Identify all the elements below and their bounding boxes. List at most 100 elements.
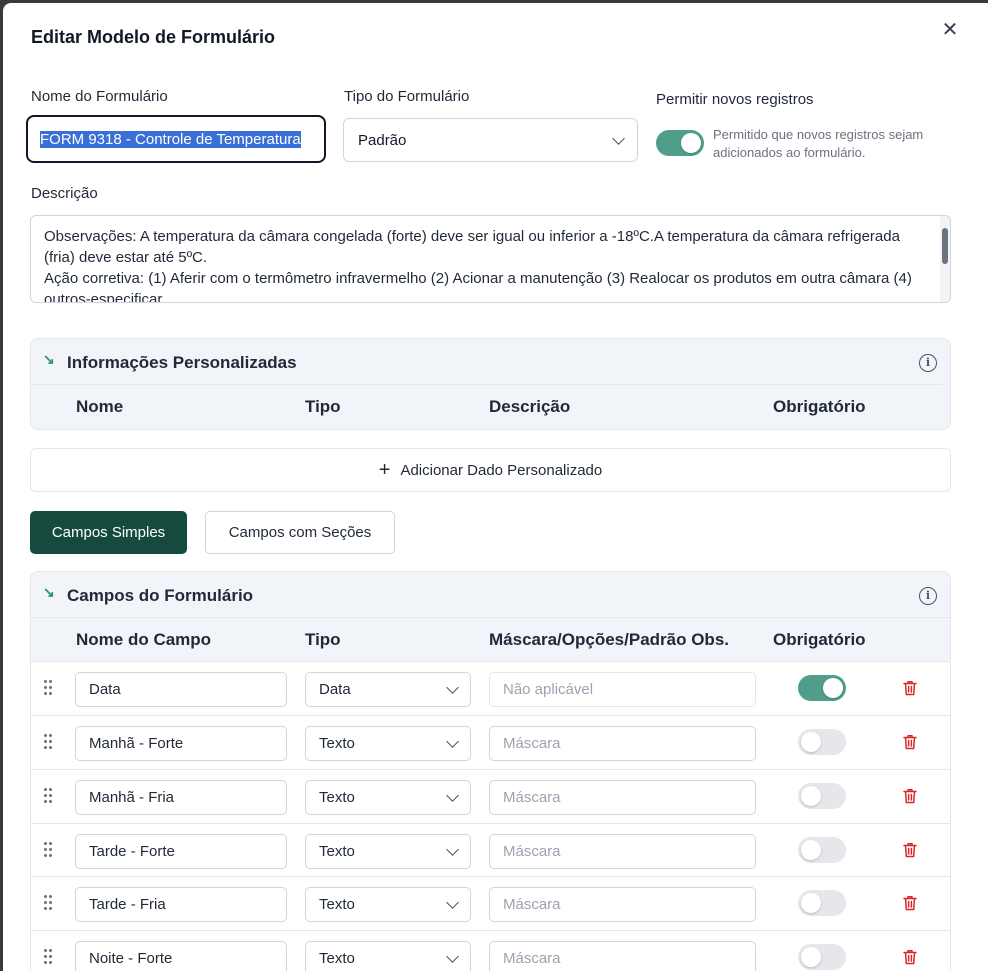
toggle-knob [801,947,821,967]
form-name-value: FORM 9318 - Controle de Temperatura [40,130,301,148]
field-mask-input[interactable]: Máscara [489,834,756,869]
chevron-down-icon [446,843,459,856]
arrow-down-right-icon[interactable]: ↘ [43,351,55,368]
form-fields-title: Campos do Formulário [67,586,254,605]
field-name-input[interactable]: Data [75,672,287,707]
toggle-knob [801,786,821,806]
field-name-value: Tarde - Fria [89,896,166,913]
description-scrollbar[interactable] [940,216,950,302]
required-toggle[interactable] [798,783,846,809]
arrow-down-right-icon[interactable]: ↘ [43,584,55,601]
drag-handle-icon[interactable] [44,842,54,858]
column-header-type: Tipo [305,630,341,649]
info-icon[interactable]: i [919,587,937,605]
field-mask-input[interactable]: Máscara [489,726,756,761]
drag-handle-icon[interactable] [44,788,54,804]
column-header-required: Obrigatório [773,397,866,416]
form-name-input[interactable]: FORM 9318 - Controle de Temperatura [26,115,326,163]
field-type-value: Texto [319,735,355,752]
field-name-input[interactable]: Tarde - Fria [75,887,287,922]
divider [31,384,942,385]
field-mask-input[interactable]: Máscara [489,941,756,971]
allow-records-label: Permitir novos registros [656,91,814,108]
allow-records-help: Permitido que novos registros sejam adic… [713,127,924,160]
toggle-knob [801,732,821,752]
info-icon[interactable]: i [919,354,937,372]
field-mask-input[interactable]: Máscara [489,887,756,922]
column-header-mask: Máscara/Opções/Padrão Obs. [489,630,729,649]
close-icon[interactable]: ✕ [939,19,961,41]
trash-icon[interactable] [903,895,917,911]
form-type-select[interactable]: Padrão [343,118,638,162]
field-name-value: Noite - Forte [89,950,173,967]
allow-records-toggle[interactable] [656,130,704,156]
field-name-value: Manhã - Forte [89,735,184,752]
form-name-label: Nome do Formulário [31,88,168,105]
field-name-input[interactable]: Manhã - Fria [75,780,287,815]
description-line: Ação corretiva: (1) Aferir com o termôme… [44,270,912,303]
toggle-knob [681,133,701,153]
required-toggle[interactable] [798,890,846,916]
divider [31,617,950,618]
field-name-value: Tarde - Forte [89,843,175,860]
field-type-select[interactable]: Texto [305,780,471,815]
required-toggle[interactable] [798,675,846,701]
field-name-value: Data [89,681,121,698]
field-type-select[interactable]: Data [305,672,471,707]
chevron-down-icon [446,735,459,748]
field-mask-text: Máscara [503,950,561,967]
toggle-knob [801,840,821,860]
add-custom-data-button[interactable]: + Adicionar Dado Personalizado [30,448,951,492]
required-toggle[interactable] [798,944,846,970]
field-mask-input[interactable]: Máscara [489,780,756,815]
field-name-input[interactable]: Manhã - Forte [75,726,287,761]
trash-icon[interactable] [903,788,917,804]
drag-handle-icon[interactable] [44,895,54,911]
drag-handle-icon[interactable] [44,680,54,696]
table-row: Tarde - Forte Texto Máscara [31,823,950,878]
field-type-value: Texto [319,950,355,967]
field-name-value: Manhã - Fria [89,789,175,806]
table-row: Manhã - Forte Texto Máscara [31,715,950,770]
field-type-value: Texto [319,789,355,806]
trash-icon[interactable] [903,680,917,696]
tab-section-fields[interactable]: Campos com Seções [205,511,395,554]
chevron-down-icon [446,681,459,694]
trash-icon[interactable] [903,949,917,965]
field-mask-text: Não aplicável [503,681,594,698]
field-name-input[interactable]: Noite - Forte [75,941,287,971]
field-mask-text: Máscara [503,789,561,806]
tab-simple-fields[interactable]: Campos Simples [30,511,187,554]
field-type-select[interactable]: Texto [305,941,471,971]
drag-handle-icon[interactable] [44,734,54,750]
column-header-field-name: Nome do Campo [76,630,212,649]
field-type-select[interactable]: Texto [305,887,471,922]
custom-info-panel: ↘ Informações Personalizadas i Nome Tipo… [30,338,951,430]
field-mask-text: Máscara [503,735,561,752]
chevron-down-icon [446,896,459,909]
field-type-value: Texto [319,843,355,860]
field-mask-text: Máscara [503,843,561,860]
add-custom-data-label: Adicionar Dado Personalizado [400,461,603,479]
column-header-description: Descrição [489,397,571,416]
field-name-input[interactable]: Tarde - Forte [75,834,287,869]
table-row: Manhã - Fria Texto Máscara [31,769,950,824]
description-line: Observações: A temperatura da câmara con… [44,228,900,266]
table-row: Tarde - Fria Texto Máscara [31,876,950,931]
trash-icon[interactable] [903,842,917,858]
drag-handle-icon[interactable] [44,949,54,965]
form-type-value: Padrão [358,131,407,149]
field-type-select[interactable]: Texto [305,726,471,761]
description-label: Descrição [31,185,98,202]
description-textarea[interactable]: Observações: A temperatura da câmara con… [30,215,951,303]
table-row: Noite - Forte Texto Máscara [31,930,950,971]
field-type-select[interactable]: Texto [305,834,471,869]
field-type-value: Texto [319,896,355,913]
required-toggle[interactable] [798,729,846,755]
chevron-down-icon [612,131,625,145]
toggle-knob [823,678,843,698]
scrollbar-thumb[interactable] [942,228,948,264]
required-toggle[interactable] [798,837,846,863]
toggle-knob [801,893,821,913]
trash-icon[interactable] [903,734,917,750]
